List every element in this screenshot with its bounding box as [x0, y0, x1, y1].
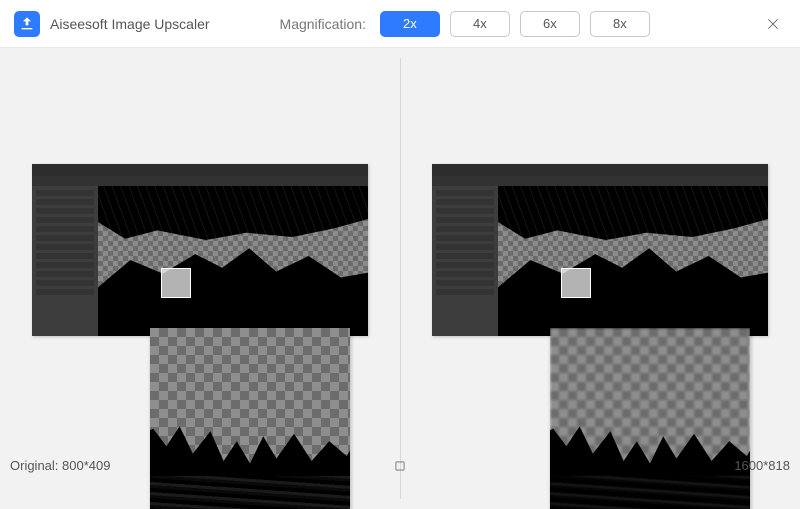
- app-logo: [14, 11, 40, 37]
- expand-button[interactable]: [391, 457, 409, 475]
- zoom-selection-box[interactable]: [562, 269, 590, 297]
- thumbnail-menubar: [32, 176, 368, 186]
- thumbnail-titlebar: [432, 164, 768, 176]
- compare-viewport: Original: 800*409: [0, 48, 800, 509]
- upscaled-thumbnail[interactable]: [432, 164, 768, 336]
- magnification-group: 2x 4x 6x 8x: [380, 11, 650, 37]
- original-panel: Original: 800*409: [0, 48, 400, 509]
- magnification-option-6x[interactable]: 6x: [520, 11, 580, 37]
- upscaled-zoom-preview[interactable]: [550, 328, 750, 509]
- thumbnail-sidebar: [432, 186, 498, 336]
- close-button[interactable]: [760, 11, 786, 37]
- zoom-selection-box[interactable]: [162, 269, 190, 297]
- expand-icon: [393, 459, 407, 473]
- thumbnail-sidebar: [32, 186, 98, 336]
- thumbnail-titlebar: [32, 164, 368, 176]
- magnification-option-4x[interactable]: 4x: [450, 11, 510, 37]
- upscaled-panel: 1600*818: [400, 48, 800, 509]
- magnification-option-8x[interactable]: 8x: [590, 11, 650, 37]
- thumbnail-menubar: [432, 176, 768, 186]
- original-zoom-preview[interactable]: [150, 328, 350, 509]
- app-title: Aiseesoft Image Upscaler: [50, 16, 210, 32]
- header-bar: Aiseesoft Image Upscaler Magnification: …: [0, 0, 800, 48]
- original-thumbnail[interactable]: [32, 164, 368, 336]
- original-size-label: Original: 800*409: [10, 458, 110, 473]
- upscaled-size-label: 1600*818: [734, 458, 790, 473]
- upscale-arrow-icon: [19, 16, 35, 32]
- magnification-label: Magnification:: [280, 16, 366, 32]
- thumbnail-canvas: [498, 186, 768, 336]
- thumbnail-canvas: [98, 186, 368, 336]
- magnification-option-2x[interactable]: 2x: [380, 11, 440, 37]
- close-icon: [765, 16, 781, 32]
